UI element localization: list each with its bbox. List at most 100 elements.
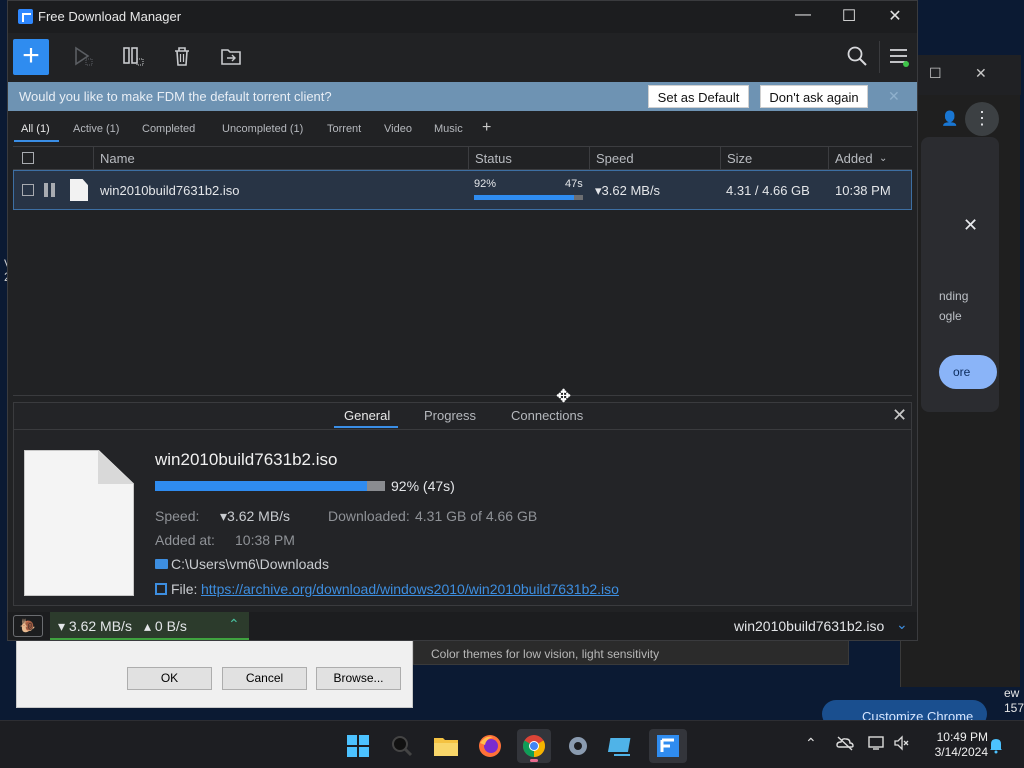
filter-music[interactable]: Music — [434, 123, 463, 135]
active-tab-indicator — [334, 426, 398, 428]
download-row[interactable]: win2010build7631b2.iso 92% 47s ▾3.62 MB/… — [13, 170, 912, 210]
folder-path[interactable]: C:\Users\vm6\Downloads — [171, 556, 329, 572]
settings-gear-icon[interactable] — [561, 729, 595, 763]
chrome-maximize-icon[interactable]: ☐ — [929, 65, 942, 82]
details-progress-fill — [155, 481, 367, 491]
add-download-button[interactable]: + — [13, 39, 49, 75]
notification-bell-icon[interactable] — [988, 736, 1004, 754]
fdm-logo-icon — [18, 9, 33, 24]
filter-video[interactable]: Video — [384, 123, 412, 135]
filter-torrent[interactable]: Torrent — [327, 123, 361, 135]
chrome-icon — [523, 735, 545, 757]
chrome-taskbar-button[interactable] — [517, 729, 551, 763]
column-size[interactable]: Size — [727, 151, 752, 166]
running-indicator — [530, 759, 538, 762]
resume-icon[interactable] — [72, 45, 94, 67]
speed-mode-snail-icon[interactable]: 🐌 — [13, 615, 43, 637]
column-name[interactable]: Name — [100, 151, 135, 166]
row-checkbox[interactable] — [22, 184, 34, 196]
pause-icon[interactable] — [44, 183, 56, 197]
column-speed[interactable]: Speed — [596, 151, 634, 166]
row-added: 10:38 PM — [835, 183, 891, 198]
volume-muted-icon[interactable] — [893, 735, 911, 751]
details-progress-bar — [155, 481, 385, 491]
column-added[interactable]: Added — [835, 151, 873, 166]
traffic-indicator[interactable]: ▾ 3.62 MB/s ▴ 0 B/s ⌃ — [50, 612, 249, 640]
chrome-close-icon[interactable]: ✕ — [975, 65, 987, 82]
details-percent: 92% (47s) — [391, 478, 455, 494]
set-default-button[interactable]: Set as Default — [648, 85, 749, 108]
network-icon[interactable] — [868, 735, 886, 751]
toolbar: + — [8, 33, 917, 81]
file-explorer-icon[interactable] — [429, 729, 463, 763]
dialog-browse-button[interactable]: Browse... — [316, 667, 401, 690]
chevron-down-icon[interactable]: ⌄ — [896, 616, 908, 633]
status-bar: 🐌 ▾ 3.62 MB/s ▴ 0 B/s ⌃ win2010build7631… — [8, 612, 917, 640]
window-title: Free Download Manager — [38, 9, 182, 24]
move-to-folder-icon[interactable] — [220, 45, 242, 67]
chevron-up-icon[interactable]: ⌃ — [228, 616, 240, 633]
chrome-panel-button[interactable]: ore — [939, 355, 997, 389]
filter-tabs: All (1) Active (1) Completed Uncompleted… — [8, 111, 917, 146]
tab-general[interactable]: General — [344, 408, 390, 423]
search-taskbar-icon[interactable] — [385, 729, 419, 763]
system-clock[interactable]: 10:49 PM 3/14/2024 — [918, 730, 988, 760]
firefox-icon[interactable] — [473, 729, 507, 763]
start-icon[interactable] — [341, 729, 375, 763]
settings-row-text: Color themes for low vision, light sensi… — [431, 647, 660, 661]
chrome-menu-icon[interactable]: ⋮ — [965, 102, 999, 136]
title-bar: Free Download Manager — ☐ ✕ — [8, 1, 917, 33]
pause-all-icon[interactable] — [122, 45, 144, 67]
fdm-taskbar-button[interactable] — [649, 729, 687, 763]
search-icon[interactable] — [846, 45, 868, 67]
background-chrome-window: ☐ ✕ 👤 ⋮ ✕ nding ogle ore — [900, 55, 1021, 687]
row-progress-bar — [474, 195, 583, 200]
filter-completed[interactable]: Completed — [142, 123, 195, 135]
close-button[interactable]: ✕ — [880, 6, 910, 26]
banner-text: Would you like to make FDM the default t… — [19, 89, 332, 104]
remote-app-icon[interactable] — [605, 729, 639, 763]
download-list-empty-area[interactable] — [13, 210, 912, 396]
tab-progress[interactable]: Progress — [424, 408, 476, 423]
file-url-link[interactable]: https://archive.org/download/windows2010… — [201, 581, 619, 597]
tray-overflow-chevron-icon[interactable]: ⌃ — [805, 735, 817, 752]
bg-side-text-1: ew — [1004, 686, 1020, 700]
folder-icon[interactable] — [155, 559, 168, 569]
background-settings-row: Color themes for low vision, light sensi… — [413, 640, 849, 665]
filter-uncompleted[interactable]: Uncompleted (1) — [222, 123, 303, 135]
dialog-cancel-button[interactable]: Cancel — [222, 667, 307, 690]
filter-active[interactable]: Active (1) — [73, 123, 119, 135]
speed-value: ▾3.62 MB/s — [220, 508, 291, 524]
chrome-panel-close-icon[interactable]: ✕ — [963, 215, 978, 236]
file-icon — [70, 179, 88, 201]
list-header: Name Status Speed Size Added ⌄ — [13, 146, 912, 170]
column-status[interactable]: Status — [475, 151, 512, 166]
details-close-icon[interactable]: ✕ — [892, 405, 907, 426]
chrome-panel-text-1: nding — [939, 289, 969, 303]
chrome-profile-icon[interactable]: 👤 — [941, 110, 959, 128]
row-percent: 92% — [474, 178, 497, 190]
row-speed: ▾3.62 MB/s — [595, 183, 661, 198]
dialog-ok-button[interactable]: OK — [127, 667, 212, 690]
minimize-button[interactable]: — — [788, 6, 818, 26]
maximize-button[interactable]: ☐ — [834, 6, 864, 26]
banner-close-icon[interactable]: ✕ — [888, 88, 900, 105]
select-all-checkbox[interactable] — [22, 152, 34, 164]
statusbar-filename: win2010build7631b2.iso — [734, 618, 885, 634]
upload-speed: ▴ 0 B/s — [144, 618, 187, 634]
sort-desc-icon: ⌄ — [879, 153, 888, 164]
added-label: Added at: — [155, 532, 215, 548]
windows-taskbar: ⌃ 10:49 PM 3/14/2024 — [0, 720, 1024, 768]
download-speed: ▾ 3.62 MB/s — [58, 618, 132, 634]
active-filter-indicator — [14, 140, 59, 142]
resize-cursor-icon: ✥ — [556, 386, 572, 406]
filter-all[interactable]: All (1) — [21, 123, 50, 135]
tab-connections[interactable]: Connections — [511, 408, 583, 423]
dont-ask-button[interactable]: Don't ask again — [760, 85, 868, 108]
menu-icon[interactable] — [888, 45, 910, 67]
fdm-taskbar-icon — [657, 735, 679, 757]
delete-icon[interactable] — [171, 45, 193, 67]
onedrive-icon[interactable] — [836, 735, 854, 751]
external-link-icon[interactable] — [155, 583, 167, 595]
add-filter-icon[interactable]: + — [482, 119, 491, 137]
